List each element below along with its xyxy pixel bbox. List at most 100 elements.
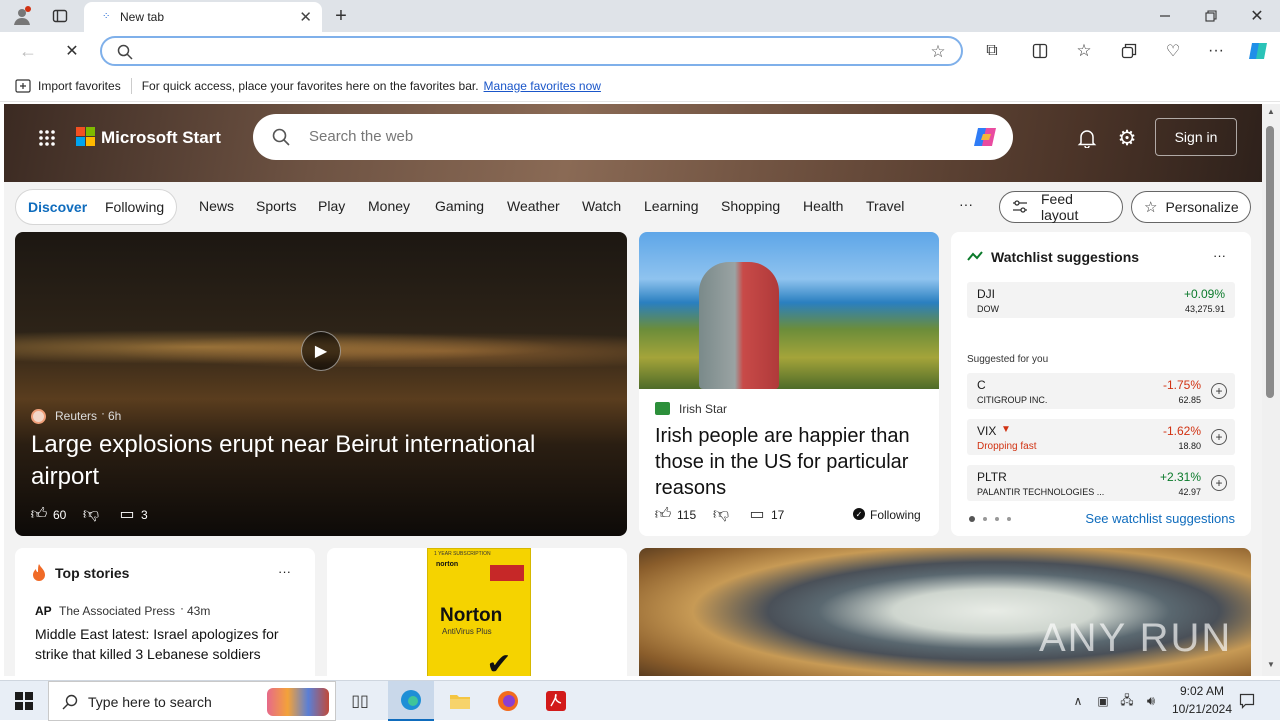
- separator: [130, 77, 132, 94]
- page-scrollbar[interactable]: ▲ ▼: [1262, 104, 1280, 676]
- add-to-watchlist-icon[interactable]: +: [1211, 383, 1227, 399]
- tab-discover[interactable]: Discover: [28, 199, 87, 215]
- tray-device-icon[interactable]: ▣: [1094, 693, 1112, 709]
- copilot-icon[interactable]: [1245, 38, 1271, 64]
- network-icon[interactable]: 🖧︎: [1117, 693, 1137, 709]
- manage-favorites-link[interactable]: Manage favorites now: [484, 79, 601, 93]
- story-source[interactable]: The Associated Press: [59, 604, 175, 618]
- category-learning[interactable]: Learning: [644, 198, 699, 214]
- watchlist-menu-icon[interactable]: ···: [1213, 248, 1226, 263]
- watermark: ANY RUN: [1039, 616, 1233, 660]
- story-headline[interactable]: Middle East latest: Israel apologizes fo…: [35, 624, 297, 664]
- add-to-watchlist-icon[interactable]: +: [1211, 475, 1227, 491]
- notifications-bell-icon[interactable]: [1075, 126, 1099, 150]
- copilot-icon[interactable]: [971, 123, 1001, 151]
- comment-icon[interactable]: ▭: [117, 504, 137, 524]
- article-title[interactable]: Irish people are happier than those in t…: [655, 423, 930, 501]
- tray-chevron-icon[interactable]: ∧: [1068, 693, 1088, 709]
- category-weather[interactable]: Weather: [507, 198, 560, 214]
- category-money[interactable]: Money: [368, 198, 410, 214]
- carousel-dot[interactable]: [995, 517, 999, 521]
- stock-row-c[interactable]: C CITIGROUP INC. -1.75% 62.85 +: [967, 373, 1235, 409]
- category-shopping[interactable]: Shopping: [721, 198, 780, 214]
- like-icon[interactable]: 👍︎: [653, 504, 673, 524]
- category-travel[interactable]: Travel: [866, 198, 904, 214]
- tab-following[interactable]: Following: [105, 199, 164, 215]
- tab-new-tab[interactable]: ⁘ New tab ✕: [84, 2, 322, 32]
- carousel-dots[interactable]: [969, 516, 1011, 522]
- tab-actions-icon[interactable]: [48, 5, 72, 27]
- category-play[interactable]: Play: [318, 198, 345, 214]
- new-tab-icon[interactable]: +: [330, 5, 352, 27]
- import-favorites-button[interactable]: Import favorites: [38, 79, 121, 93]
- category-gaming[interactable]: Gaming: [435, 198, 484, 214]
- sign-in-button[interactable]: Sign in: [1155, 118, 1237, 156]
- article-title[interactable]: Large explosions erupt near Beirut inter…: [31, 429, 591, 493]
- settings-gear-icon[interactable]: ⚙: [1115, 126, 1139, 150]
- hero-article-card[interactable]: ▶ Reuters · 6h Large explosions erupt ne…: [15, 232, 627, 536]
- article-source[interactable]: Irish Star: [679, 402, 727, 416]
- stop-icon[interactable]: ✕: [60, 39, 84, 63]
- more-menu-icon[interactable]: ···: [1204, 39, 1228, 63]
- feed-layout-button[interactable]: Feed layout: [999, 191, 1123, 223]
- task-view-icon[interactable]: ▯▯: [340, 687, 380, 715]
- following-label[interactable]: Following: [870, 508, 921, 522]
- volume-icon[interactable]: 🔊︎: [1141, 693, 1161, 709]
- favorite-star-icon[interactable]: ☆: [928, 42, 948, 62]
- favorites-icon[interactable]: ☆: [1072, 39, 1096, 63]
- browser-essentials-icon[interactable]: ♡: [1161, 39, 1185, 63]
- carousel-dot[interactable]: [1007, 517, 1011, 521]
- stock-row-dji[interactable]: DJI DOW +0.09% 43,275.91: [967, 282, 1235, 318]
- see-watchlist-link[interactable]: See watchlist suggestions: [1085, 511, 1235, 526]
- comment-icon[interactable]: ▭: [747, 504, 767, 524]
- more-categories-icon[interactable]: ···: [959, 196, 973, 212]
- top-stories-title[interactable]: Top stories: [55, 565, 129, 581]
- extensions-icon[interactable]: ⧉: [980, 39, 1004, 63]
- scroll-thumb[interactable]: [1266, 126, 1274, 398]
- clock-time[interactable]: 9:02 AM: [1172, 684, 1232, 698]
- scroll-down-arrow-icon[interactable]: ▼: [1267, 660, 1275, 669]
- close-window-icon[interactable]: ✕: [1242, 4, 1272, 28]
- carousel-dot[interactable]: [983, 517, 987, 521]
- collections-icon[interactable]: [1117, 39, 1141, 63]
- top-stories-menu-icon[interactable]: ···: [278, 564, 291, 579]
- web-search-box[interactable]: Search the web: [253, 114, 1013, 160]
- food-article-card[interactable]: ANY RUN: [639, 548, 1251, 676]
- category-sports[interactable]: Sports: [256, 198, 296, 214]
- restore-icon[interactable]: [1196, 4, 1226, 28]
- notifications-icon[interactable]: [1236, 691, 1258, 711]
- norton-ad-card[interactable]: 1 YEAR SUBSCRIPTION norton Norton AntiVi…: [327, 548, 627, 676]
- like-icon[interactable]: 👍︎: [29, 504, 49, 524]
- address-bar[interactable]: ☆: [100, 36, 963, 66]
- category-watch[interactable]: Watch: [582, 198, 621, 214]
- split-screen-icon[interactable]: [1028, 39, 1052, 63]
- apps-grid-icon[interactable]: [36, 127, 58, 149]
- minimize-icon[interactable]: [1150, 4, 1180, 28]
- brand-name[interactable]: Microsoft Start: [101, 128, 221, 148]
- firefox-icon[interactable]: [486, 681, 530, 721]
- acrobat-icon[interactable]: [534, 681, 578, 721]
- address-input[interactable]: [144, 42, 904, 60]
- tab-strip: ⁘ New tab ✕ + ✕: [0, 0, 1280, 32]
- close-tab-icon[interactable]: ✕: [299, 8, 312, 26]
- windows-start-icon[interactable]: [0, 681, 48, 721]
- clock-date[interactable]: 10/21/2024: [1164, 702, 1240, 716]
- category-health[interactable]: Health: [803, 198, 843, 214]
- article-source[interactable]: Reuters: [55, 409, 97, 423]
- category-news[interactable]: News: [199, 198, 234, 214]
- carousel-dot[interactable]: [969, 516, 975, 522]
- dislike-icon[interactable]: 👎︎: [81, 504, 101, 524]
- stock-row-vix[interactable]: VIX ▼ Dropping fast -1.62% 18.80 +: [967, 419, 1235, 455]
- add-to-watchlist-icon[interactable]: +: [1211, 429, 1227, 445]
- back-icon[interactable]: ←: [16, 39, 40, 63]
- personalize-button[interactable]: ☆ Personalize: [1131, 191, 1251, 223]
- stock-row-pltr[interactable]: PLTR PALANTIR TECHNOLOGIES ... +2.31% 42…: [967, 465, 1235, 501]
- profile-icon[interactable]: [10, 5, 34, 27]
- irish-article-card[interactable]: Irish Star Irish people are happier than…: [639, 232, 939, 536]
- play-video-icon[interactable]: ▶: [301, 331, 341, 371]
- taskbar-search-box[interactable]: Type here to search: [48, 681, 336, 721]
- edge-taskbar-icon[interactable]: [388, 681, 434, 721]
- scroll-up-arrow-icon[interactable]: ▲: [1267, 107, 1275, 116]
- file-explorer-icon[interactable]: [438, 681, 482, 721]
- dislike-icon[interactable]: 👎︎: [711, 504, 731, 524]
